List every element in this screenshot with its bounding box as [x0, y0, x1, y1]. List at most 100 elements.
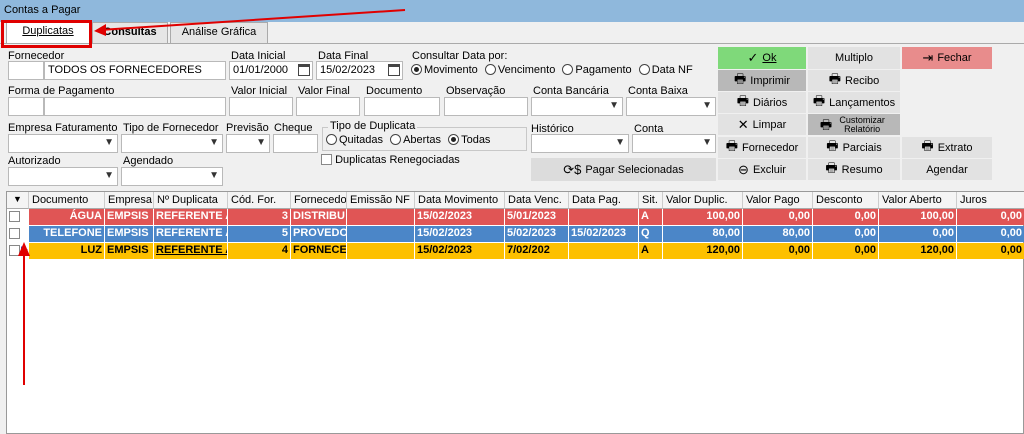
recibo-button[interactable]: 🖶 Recibo [808, 70, 900, 91]
conta-baixa-select[interactable]: ▼ [626, 97, 716, 116]
forma-pagamento-input[interactable] [44, 97, 226, 116]
pagar-selecionadas-button[interactable]: ⟳$ Pagar Selecionadas [531, 158, 716, 181]
fechar-button[interactable]: ⇥ Fechar [902, 47, 992, 69]
table-cell[interactable] [347, 243, 415, 259]
table-cell[interactable]: TELEFONE [29, 226, 105, 242]
column-header[interactable]: Desconto [813, 192, 879, 209]
table-cell[interactable]: 0,00 [957, 209, 1024, 225]
table-cell[interactable]: A [639, 209, 663, 225]
table-cell[interactable]: 5 [228, 226, 291, 242]
table-cell[interactable]: 0,00 [813, 243, 879, 259]
table-cell[interactable]: 0,00 [813, 226, 879, 242]
lancamentos-button[interactable]: 🖶 Lançamentos [808, 92, 900, 113]
table-cell[interactable]: 100,00 [663, 209, 743, 225]
forma-pagamento-code-input[interactable] [8, 97, 44, 116]
column-header[interactable]: Sit. [639, 192, 663, 209]
table-cell[interactable]: 3 [228, 209, 291, 225]
table-cell[interactable]: 5/01/2023 [505, 209, 569, 225]
row-checkbox[interactable] [9, 211, 20, 222]
cheque-input[interactable] [273, 134, 318, 153]
conta-bancaria-select[interactable]: ▼ [531, 97, 623, 116]
table-cell[interactable]: A [639, 243, 663, 259]
documento-input[interactable] [364, 97, 440, 116]
fornecedor-code-input[interactable] [8, 61, 44, 80]
table-cell[interactable] [347, 209, 415, 225]
table-cell[interactable]: REFERENTE A [154, 209, 228, 225]
table-cell[interactable]: Q [639, 226, 663, 242]
table-cell[interactable] [569, 243, 639, 259]
table-cell[interactable]: 80,00 [663, 226, 743, 242]
radio-pagamento[interactable] [562, 64, 574, 75]
table-cell[interactable]: EMPSIS [105, 243, 154, 259]
tipo-fornecedor-select[interactable]: ▼ [121, 134, 223, 153]
table-cell[interactable]: 0,00 [957, 243, 1024, 259]
table-cell[interactable] [569, 209, 639, 225]
table-cell[interactable]: REFERENTE A [154, 243, 228, 259]
previsao-select[interactable]: ▼ [226, 134, 270, 153]
customizar-relatorio-button[interactable]: 🖶 Customizar Relatório [808, 114, 900, 135]
table-cell[interactable]: 5/02/2023 [505, 226, 569, 242]
table-cell[interactable]: 15/02/2023 [569, 226, 639, 242]
limpar-button[interactable]: ✕ Limpar [718, 114, 806, 135]
table-cell[interactable]: 0,00 [743, 243, 813, 259]
column-header[interactable]: Data Venc. [505, 192, 569, 209]
column-header[interactable]: Valor Duplic. [663, 192, 743, 209]
autorizado-select[interactable]: ▼ [8, 167, 118, 186]
calendar-icon[interactable] [298, 64, 310, 76]
column-header[interactable]: Documento [29, 192, 105, 209]
data-final-input[interactable]: 15/02/2023 [316, 61, 403, 80]
parciais-button[interactable]: 🖶 Parciais [808, 137, 900, 158]
tab-consultas[interactable]: Consultas [92, 22, 168, 43]
valor-final-input[interactable] [296, 97, 360, 116]
agendar-button[interactable]: Agendar [902, 159, 992, 180]
multiplo-button[interactable]: Multiplo [808, 47, 900, 69]
table-cell[interactable]: 15/02/2023 [415, 226, 505, 242]
column-header[interactable]: Nº Duplicata [154, 192, 228, 209]
table-cell[interactable]: LUZ [29, 243, 105, 259]
radio-todas[interactable] [448, 134, 460, 145]
radio-vencimento[interactable] [484, 64, 496, 75]
row-checkbox[interactable] [9, 245, 20, 256]
observacao-input[interactable] [444, 97, 528, 116]
row-selector[interactable] [7, 209, 29, 225]
radio-abertas[interactable] [390, 134, 402, 145]
table-cell[interactable]: 120,00 [663, 243, 743, 259]
fornecedor-report-button[interactable]: 🖶 Fornecedor [718, 137, 806, 158]
table-cell[interactable]: 0,00 [813, 209, 879, 225]
table-cell[interactable]: REFERENTE A [154, 226, 228, 242]
table-cell[interactable]: 4 [228, 243, 291, 259]
column-header[interactable]: Cód. For. [228, 192, 291, 209]
radio-quitadas[interactable] [326, 134, 337, 145]
table-cell[interactable]: EMPSIS [105, 209, 154, 225]
table-cell[interactable]: 15/02/2023 [415, 209, 505, 225]
table-cell[interactable]: 15/02/2023 [415, 243, 505, 259]
table-cell[interactable]: 80,00 [743, 226, 813, 242]
column-header[interactable]: Empresa [105, 192, 154, 209]
table-cell[interactable]: DISTRIBU [291, 209, 347, 225]
valor-inicial-input[interactable] [229, 97, 293, 116]
table-cell[interactable]: 0,00 [879, 226, 957, 242]
grid-menu-icon[interactable]: ▼ [7, 192, 29, 209]
extrato-button[interactable]: 🖶 Extrato [902, 137, 992, 158]
agendado-select[interactable]: ▼ [121, 167, 223, 186]
resumo-button[interactable]: 🖶 Resumo [808, 159, 900, 180]
excluir-button[interactable]: ⊖ Excluir [718, 159, 806, 180]
fornecedor-input[interactable]: TODOS OS FORNECEDORES [44, 61, 226, 80]
historico-select[interactable]: ▼ [531, 134, 629, 153]
row-checkbox[interactable] [9, 228, 20, 239]
table-cell[interactable]: PROVEDOR [291, 226, 347, 242]
empresa-faturamento-select[interactable]: ▼ [8, 134, 118, 153]
table-cell[interactable]: ÁGUA [29, 209, 105, 225]
diarios-button[interactable]: 🖶 Diários [718, 92, 806, 113]
column-header[interactable]: Valor Pago [743, 192, 813, 209]
column-header[interactable]: Juros [957, 192, 1024, 209]
tab-analise-grafica[interactable]: Análise Gráfica [170, 22, 268, 43]
radio-movimento[interactable] [411, 64, 422, 75]
table-cell[interactable]: EMPSIS [105, 226, 154, 242]
row-selector[interactable] [7, 226, 29, 242]
table-cell[interactable] [347, 226, 415, 242]
conta-select[interactable]: ▼ [632, 134, 716, 153]
renegociadas-checkbox[interactable] [321, 154, 332, 165]
table-cell[interactable]: FORNECE [291, 243, 347, 259]
table-cell[interactable]: 7/02/202 [505, 243, 569, 259]
